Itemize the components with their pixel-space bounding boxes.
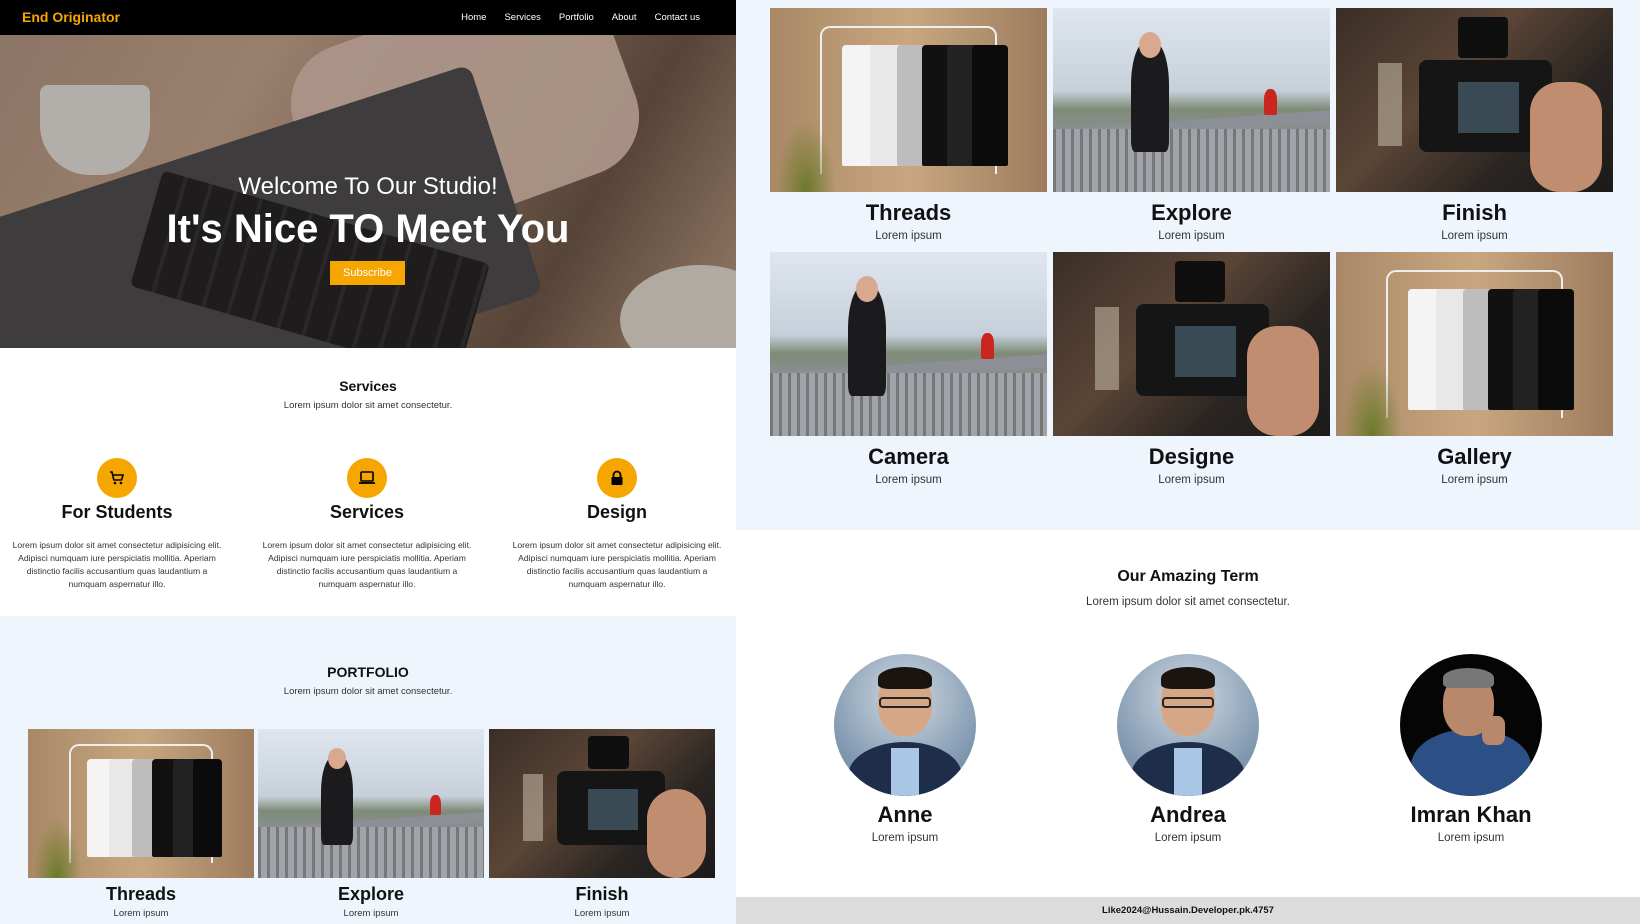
brand-logo[interactable]: End Originator: [22, 9, 120, 25]
avatar: [1400, 654, 1542, 796]
gallery-card-title: Threads: [865, 200, 952, 225]
portfolio-card-desc: Lorem ipsum: [343, 908, 399, 919]
cart-icon: [97, 458, 137, 498]
camera-photo: [1336, 8, 1613, 192]
nav-about[interactable]: About: [612, 12, 637, 23]
portfolio-card-desc: Lorem ipsum: [113, 908, 169, 919]
service-text: Lorem ipsum dolor sit amet consectetur a…: [512, 540, 722, 589]
camera-photo: [489, 729, 715, 878]
service-title: Design: [586, 502, 647, 522]
team-section: Our Amazing Term Lorem ipsum dolor sit a…: [736, 530, 1640, 897]
portfolio-card-title: Finish: [575, 884, 629, 904]
team-title: Our Amazing Term: [1117, 568, 1259, 585]
team-member-andrea[interactable]: Andrea Lorem ipsum: [1088, 654, 1288, 844]
gallery-card-gallery[interactable]: Gallery Lorem ipsum: [1336, 252, 1613, 486]
member-desc: Lorem ipsum: [871, 832, 939, 844]
woman-bridge-photo: [258, 729, 484, 878]
team-member-imran-khan[interactable]: Imran Khan Lorem ipsum: [1371, 654, 1571, 844]
shirts-photo: [28, 729, 254, 878]
hero-title: It's Nice TO Meet You: [166, 207, 570, 251]
shirts-photo: [1336, 252, 1613, 436]
gallery-card-title: Explore: [1151, 200, 1232, 225]
portfolio-card-threads[interactable]: Threads Lorem ipsum: [28, 729, 254, 919]
service-card-services: Services Lorem ipsum dolor sit amet cons…: [252, 458, 482, 591]
member-name: Imran Khan: [1410, 802, 1532, 827]
nav-services[interactable]: Services: [504, 12, 540, 23]
avatar: [1117, 654, 1259, 796]
service-card-students: For Students Lorem ipsum dolor sit amet …: [2, 458, 232, 591]
laptop-icon: [347, 458, 387, 498]
portfolio-subtitle: Lorem ipsum dolor sit amet consectetur.: [283, 686, 453, 697]
portfolio-card-title: Threads: [105, 884, 177, 904]
portfolio-card-desc: Lorem ipsum: [574, 908, 630, 919]
left-panel: End Originator Home Services Portfolio A…: [0, 0, 736, 924]
member-desc: Lorem ipsum: [1437, 832, 1505, 844]
gallery-card-desc: Lorem ipsum: [875, 474, 942, 486]
avatar: [834, 654, 976, 796]
service-title: For Students: [61, 502, 173, 522]
gallery-card-title: Designe: [1148, 444, 1235, 469]
footer: Like2024@Hussain.Developer.pk.4757: [736, 897, 1640, 924]
camera-photo: [1053, 252, 1330, 436]
gallery-card-explore[interactable]: Explore Lorem ipsum: [1053, 8, 1330, 242]
team-member-anne[interactable]: Anne Lorem ipsum: [805, 654, 1005, 844]
nav-contact[interactable]: Contact us: [655, 12, 700, 23]
services-section: Services Lorem ipsum dolor sit amet cons…: [0, 348, 736, 616]
gallery-card-title: Gallery: [1437, 444, 1512, 469]
right-panel: Threads Lorem ipsum Explore Lorem ipsum …: [736, 0, 1640, 924]
gallery-card-designe[interactable]: Designe Lorem ipsum: [1053, 252, 1330, 486]
nav-links: Home Services Portfolio About Contact us: [461, 12, 700, 23]
member-name: Andrea: [1150, 802, 1226, 827]
gallery-card-desc: Lorem ipsum: [875, 230, 942, 242]
subscribe-button[interactable]: Subscribe: [330, 261, 405, 285]
gallery-section: Threads Lorem ipsum Explore Lorem ipsum …: [736, 0, 1640, 530]
portfolio-card-title: Explore: [337, 884, 405, 904]
hero-subtitle: Welcome To Our Studio!: [238, 173, 498, 200]
gallery-card-camera[interactable]: Camera Lorem ipsum: [770, 252, 1047, 486]
gallery-card-desc: Lorem ipsum: [1441, 474, 1508, 486]
hero-section: Welcome To Our Studio! It's Nice TO Meet…: [0, 35, 736, 348]
service-text: Lorem ipsum dolor sit amet consectetur a…: [12, 540, 222, 589]
team-subtitle: Lorem ipsum dolor sit amet consectetur.: [1086, 596, 1290, 608]
member-name: Anne: [877, 802, 933, 827]
services-subtitle: Lorem ipsum dolor sit amet consectetur.: [283, 400, 453, 411]
gallery-card-title: Camera: [868, 444, 949, 469]
portfolio-card-explore[interactable]: Explore Lorem ipsum: [258, 729, 484, 919]
gallery-card-desc: Lorem ipsum: [1158, 474, 1225, 486]
gallery-card-desc: Lorem ipsum: [1158, 230, 1225, 242]
nav-portfolio[interactable]: Portfolio: [559, 12, 594, 23]
gallery-card-title: Finish: [1442, 200, 1507, 225]
service-title: Services: [329, 502, 405, 522]
service-card-design: Design Lorem ipsum dolor sit amet consec…: [502, 458, 732, 591]
portfolio-section: PORTFOLIO Lorem ipsum dolor sit amet con…: [0, 616, 736, 924]
woman-bridge-photo: [1053, 8, 1330, 192]
lock-icon: [597, 458, 637, 498]
woman-bridge-photo: [770, 252, 1047, 436]
shirts-photo: [770, 8, 1047, 192]
member-desc: Lorem ipsum: [1154, 832, 1222, 844]
gallery-card-finish[interactable]: Finish Lorem ipsum: [1336, 8, 1613, 242]
service-text: Lorem ipsum dolor sit amet consectetur a…: [262, 540, 472, 589]
portfolio-title: PORTFOLIO: [327, 664, 409, 680]
services-title: Services: [339, 378, 397, 394]
gallery-card-threads[interactable]: Threads Lorem ipsum: [770, 8, 1047, 242]
portfolio-card-finish[interactable]: Finish Lorem ipsum: [489, 729, 715, 919]
gallery-card-desc: Lorem ipsum: [1441, 230, 1508, 242]
nav-home[interactable]: Home: [461, 12, 486, 23]
navbar: End Originator Home Services Portfolio A…: [0, 0, 736, 35]
